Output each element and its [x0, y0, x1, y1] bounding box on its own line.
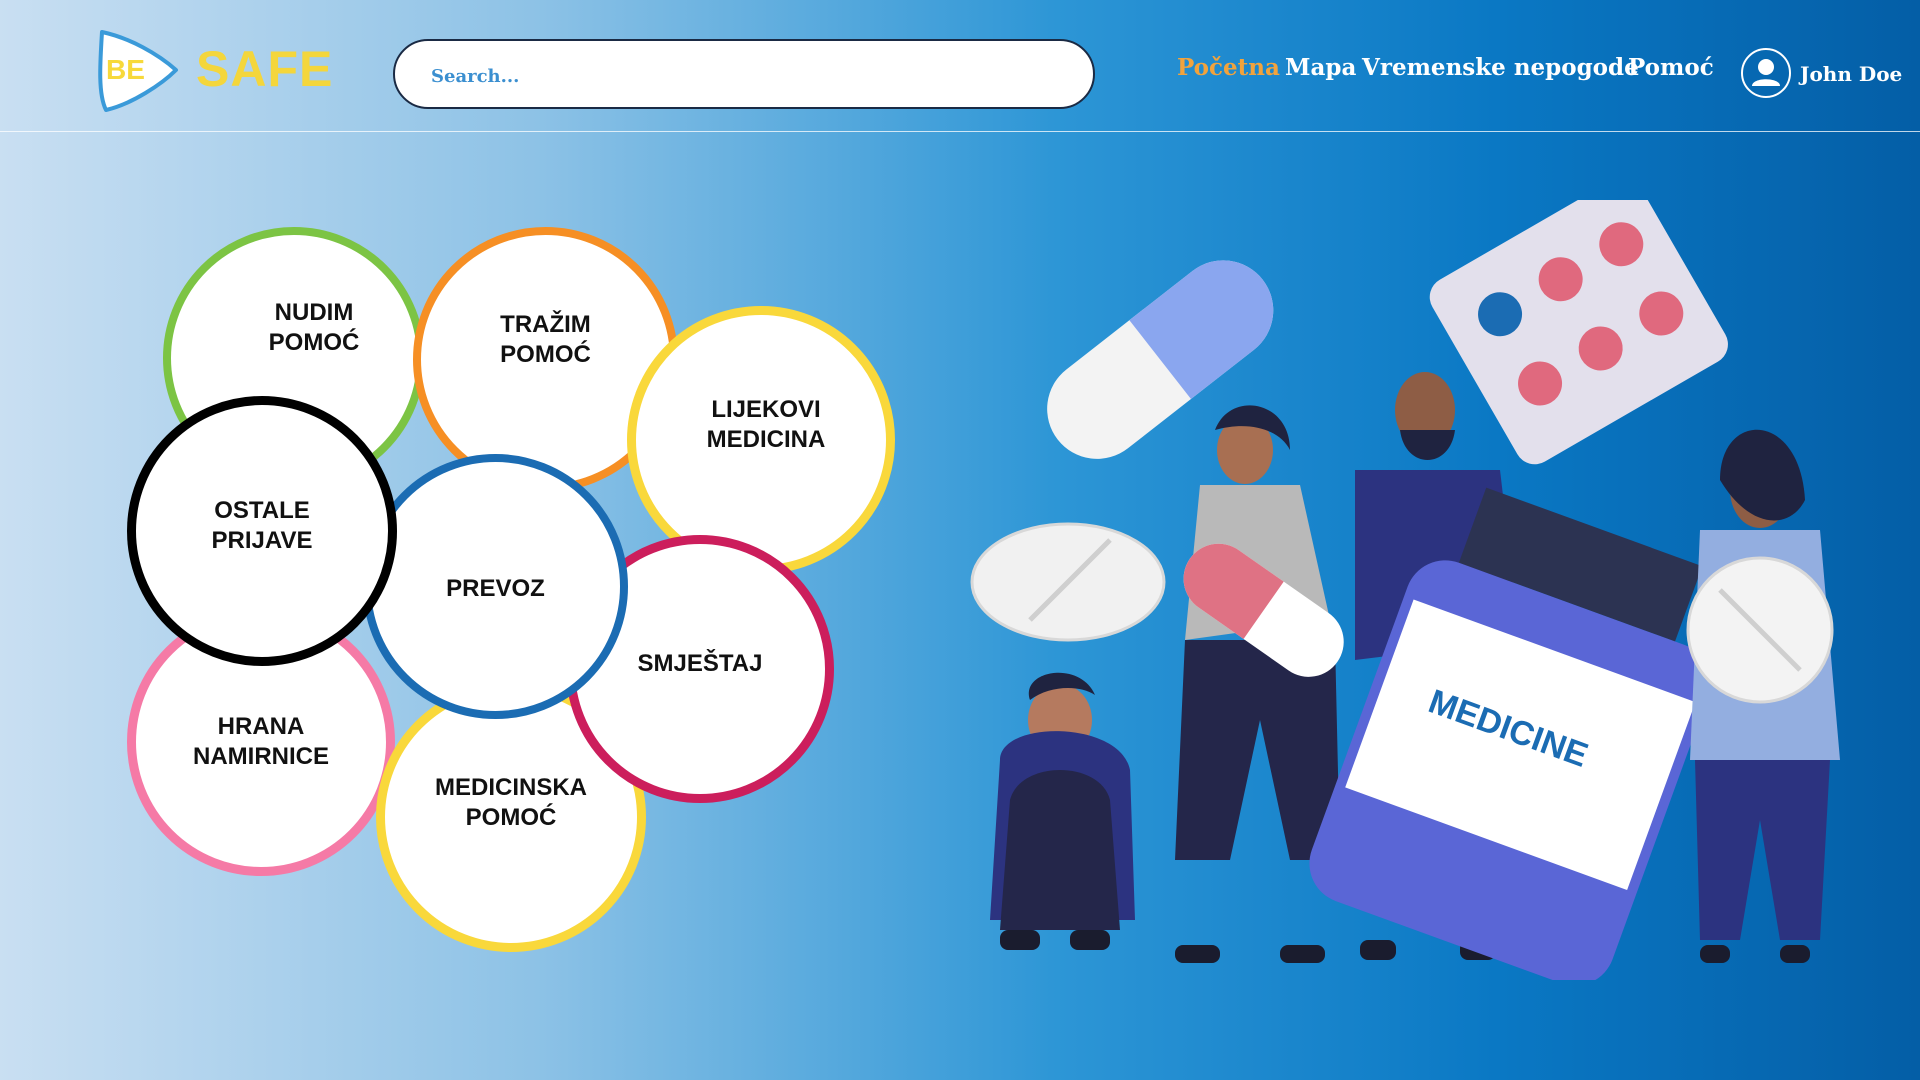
category-ostale-prijave[interactable]: OSTALE PRIJAVE — [127, 396, 397, 666]
medicine-people-illustration: MEDICINE — [970, 200, 1840, 980]
nav-pocetna[interactable]: Početna — [1177, 54, 1280, 81]
blister-pack-illustration — [1429, 200, 1728, 465]
search-input[interactable] — [431, 59, 1051, 93]
category-prevoz[interactable]: PREVOZ — [363, 454, 628, 719]
header: BE SAFE Početna Mapa Vremenske nepogode … — [0, 0, 1920, 132]
logo[interactable]: BE SAFE — [92, 24, 332, 116]
user-name[interactable]: John Doe — [1800, 62, 1902, 86]
search-bar[interactable] — [393, 39, 1095, 109]
user-avatar[interactable] — [1741, 48, 1791, 98]
user-icon — [1752, 59, 1780, 86]
nav-pomoc[interactable]: Pomoć — [1628, 54, 1714, 81]
person-woman-illustration — [1686, 429, 1840, 963]
nav-mapa[interactable]: Mapa — [1285, 54, 1356, 81]
logo-prefix: BE — [106, 54, 145, 85]
logo-name: SAFE — [196, 41, 334, 97]
category-lijekovi-medicina[interactable]: LIJEKOVI MEDICINA — [627, 306, 895, 574]
person-crouching-illustration — [990, 672, 1135, 950]
nav-vremenske-nepogode[interactable]: Vremenske nepogode — [1362, 54, 1639, 81]
